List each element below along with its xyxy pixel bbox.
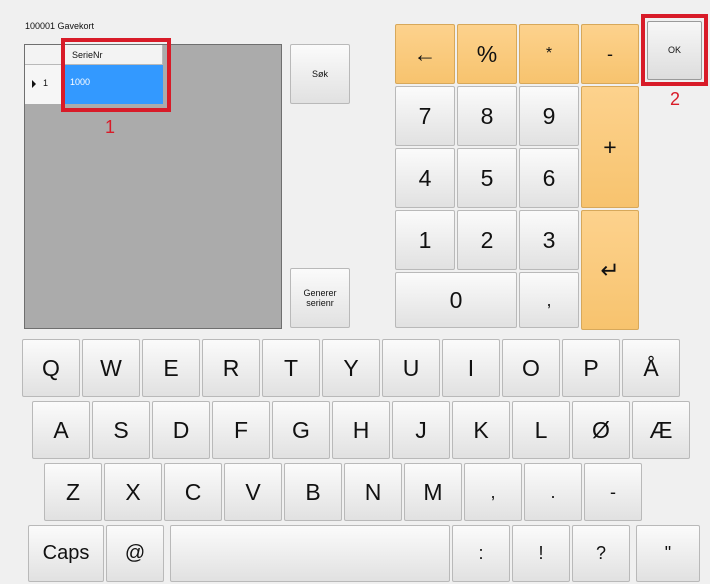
key-p[interactable]: P — [562, 339, 620, 397]
annotation-label-1: 1 — [105, 117, 116, 137]
minus-button[interactable]: - — [581, 24, 639, 84]
space-bar[interactable] — [170, 525, 450, 582]
window-title: 100001 Gavekort — [25, 21, 95, 31]
key-o[interactable]: O — [502, 339, 560, 397]
colon-key[interactable]: : — [452, 525, 510, 582]
key-minus[interactable]: - — [584, 463, 642, 521]
exclamation-key[interactable]: ! — [512, 525, 570, 582]
key-y[interactable]: Y — [322, 339, 380, 397]
row-pointer-icon — [32, 80, 36, 88]
generate-serial-button[interactable]: Generer serienr — [290, 268, 350, 328]
quote-key[interactable]: " — [636, 525, 700, 582]
key-5[interactable]: 5 — [457, 148, 517, 208]
key-x[interactable]: X — [104, 463, 162, 521]
annotation-label-2: 2 — [670, 89, 681, 109]
at-key[interactable]: @ — [106, 525, 164, 582]
backspace-button[interactable]: ← — [395, 24, 455, 84]
key-m[interactable]: M — [404, 463, 462, 521]
row-header[interactable]: 1 — [25, 65, 65, 104]
plus-button[interactable]: + — [581, 86, 639, 208]
key-b[interactable]: B — [284, 463, 342, 521]
caps-key[interactable]: Caps — [28, 525, 104, 582]
key-period[interactable]: . — [524, 463, 582, 521]
key-0[interactable]: 0 — [395, 272, 517, 328]
key-u[interactable]: U — [382, 339, 440, 397]
key-v[interactable]: V — [224, 463, 282, 521]
key-c[interactable]: C — [164, 463, 222, 521]
key-1[interactable]: 1 — [395, 210, 455, 270]
backspace-icon: ← — [413, 40, 437, 67]
key-d[interactable]: D — [152, 401, 210, 459]
key-r[interactable]: R — [202, 339, 260, 397]
comma-button[interactable]: , — [519, 272, 579, 328]
key-w[interactable]: W — [82, 339, 140, 397]
selected-serial-cell[interactable]: 1000 — [65, 65, 163, 104]
enter-icon: ↵ — [600, 256, 620, 283]
key-4[interactable]: 4 — [395, 148, 455, 208]
key-a[interactable]: A — [32, 401, 90, 459]
key-t[interactable]: T — [262, 339, 320, 397]
question-key[interactable]: ? — [572, 525, 630, 582]
key-8[interactable]: 8 — [457, 86, 517, 146]
row-number: 1 — [43, 78, 49, 88]
key-6[interactable]: 6 — [519, 148, 579, 208]
key-3[interactable]: 3 — [519, 210, 579, 270]
key-g[interactable]: G — [272, 401, 330, 459]
key-oe[interactable]: Ø — [572, 401, 630, 459]
serial-number-grid[interactable]: SerieNr 1 1000 — [24, 44, 282, 329]
percent-button[interactable]: % — [457, 24, 517, 84]
key-f[interactable]: F — [212, 401, 270, 459]
key-h[interactable]: H — [332, 401, 390, 459]
key-2[interactable]: 2 — [457, 210, 517, 270]
asterisk-button[interactable]: * — [519, 24, 579, 84]
key-aa[interactable]: Å — [622, 339, 680, 397]
key-q[interactable]: Q — [22, 339, 80, 397]
grid-corner-header — [25, 45, 65, 65]
key-l[interactable]: L — [512, 401, 570, 459]
enter-button[interactable]: ↵ — [581, 210, 639, 330]
key-s[interactable]: S — [92, 401, 150, 459]
search-button[interactable]: Søk — [290, 44, 350, 104]
key-i[interactable]: I — [442, 339, 500, 397]
key-9[interactable]: 9 — [519, 86, 579, 146]
key-ae[interactable]: Æ — [632, 401, 690, 459]
ok-button[interactable]: OK — [647, 21, 702, 80]
key-k[interactable]: K — [452, 401, 510, 459]
key-e[interactable]: E — [142, 339, 200, 397]
serienr-column-header[interactable]: SerieNr — [65, 45, 163, 65]
key-z[interactable]: Z — [44, 463, 102, 521]
key-n[interactable]: N — [344, 463, 402, 521]
key-j[interactable]: J — [392, 401, 450, 459]
key-7[interactable]: 7 — [395, 86, 455, 146]
key-comma[interactable]: , — [464, 463, 522, 521]
